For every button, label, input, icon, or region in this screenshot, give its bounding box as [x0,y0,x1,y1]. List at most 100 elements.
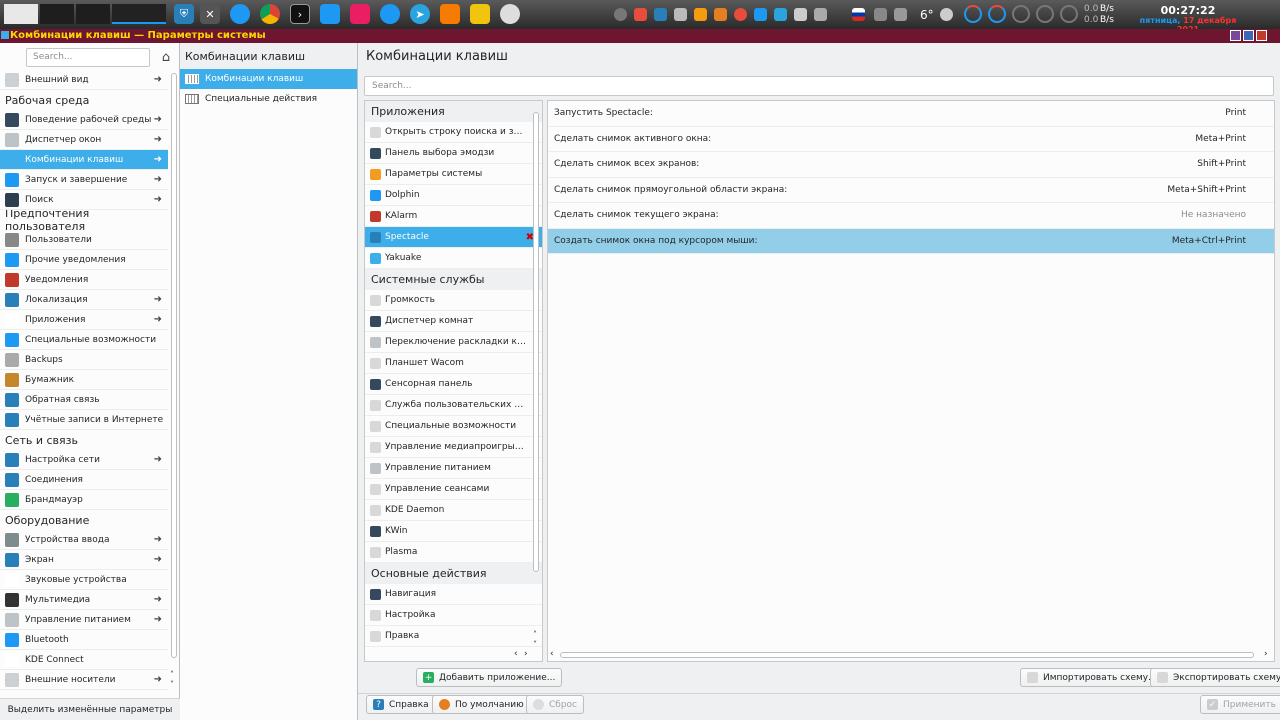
component-item[interactable]: Dolphin [365,185,542,206]
sidebar-item[interactable]: Мультимедиа ➜ [0,590,168,610]
scroll-up-icon[interactable]: ˄ [533,630,537,639]
component-item[interactable]: Служба пользовательских комбинаций [365,395,542,416]
tray-bluetooth-icon[interactable] [874,8,887,21]
component-item[interactable]: Plasma [365,542,542,563]
shortcut-key-value[interactable]: Print [1225,108,1246,118]
tray-at-icon[interactable] [614,8,627,21]
import-scheme-button[interactable]: Импортировать схему... [1020,668,1164,687]
window-app-icon[interactable] [1,31,9,39]
add-application-button[interactable]: + Добавить приложение... [416,668,563,687]
component-item[interactable]: Панель выбора эмодзи [365,143,542,164]
globe-icon[interactable] [230,4,250,24]
scroll-right-icon[interactable]: › [1264,649,1268,659]
network-globe-icon[interactable] [380,4,400,24]
scroll-left-icon[interactable]: ‹ [550,649,554,659]
sidebar-item[interactable]: Управление питанием ➜ [0,610,168,630]
component-item[interactable]: Spectacle ✖ [365,227,542,248]
sidebar-item[interactable]: Комбинации клавиш ➜ [0,150,168,170]
close-button[interactable] [1256,30,1267,41]
component-item[interactable]: Планшет Wacom [365,353,542,374]
shortcut-row[interactable]: Сделать снимок прямоугольной области экр… [548,178,1274,203]
shortcut-key-value[interactable]: Shift+Print [1197,159,1246,169]
component-list-hscrollbar[interactable]: ‹ › [364,649,543,661]
tray-package-icon[interactable] [714,8,727,21]
tray-arrow-icon[interactable] [894,8,907,21]
help-button[interactable]: ? Справка [366,695,436,714]
telegram-icon[interactable]: ➤ [410,4,430,24]
component-item[interactable]: Громкость [365,290,542,311]
component-item[interactable]: Yakuake [365,248,542,269]
sidebar-item[interactable]: Локализация ➜ [0,290,168,310]
shortcut-key-value[interactable]: Не назначено [1181,210,1246,220]
shortcut-search-input[interactable]: Search... [364,76,1274,96]
desktop-pager-2[interactable] [40,4,74,24]
folder-icon[interactable] [470,4,490,24]
shortcut-key-value[interactable]: Meta+Ctrl+Print [1172,236,1246,246]
tray-camera-icon[interactable] [754,8,767,21]
shortcut-row[interactable]: Сделать снимок активного окна: Meta+Print [548,127,1274,152]
defaults-button[interactable]: По умолчанию [432,695,531,714]
desktop-pager-1[interactable] [4,4,38,24]
sidebar-item[interactable]: Внешний вид ➜ [0,70,168,90]
apply-button[interactable]: ✓ Применить [1200,695,1280,714]
shortcut-key-value[interactable]: Meta+Shift+Print [1167,185,1246,195]
kde-shield-icon[interactable]: ⛨ [174,4,194,24]
shortcut-row[interactable]: Сделать снимок всех экранов: Shift+Print [548,152,1274,178]
sidebar-search-input[interactable]: Search... [26,48,150,67]
sidebar-item[interactable]: Соединения [0,470,168,490]
tray-scissors-icon[interactable] [794,8,807,21]
tray-firefox-icon[interactable] [634,8,647,21]
tray-telegram-icon[interactable] [774,8,787,21]
tray-error-icon[interactable] [734,8,747,21]
weather-temperature[interactable]: 6° [920,8,934,22]
component-item[interactable]: Управление питанием [365,458,542,479]
sidebar-item[interactable]: Пользователи [0,230,168,250]
scroll-left-icon[interactable]: ‹ [514,649,518,659]
component-item[interactable]: Диспетчер комнат [365,311,542,332]
component-item[interactable]: KWin [365,521,542,542]
minimize-button[interactable] [1230,30,1241,41]
sidebar-item[interactable]: Специальные возможности [0,330,168,350]
component-item[interactable]: Управление сеансами [365,479,542,500]
tray-orange-icon[interactable] [694,8,707,21]
sidebar-item[interactable]: Уведомления [0,270,168,290]
sidebar-item[interactable]: Брандмауэр [0,490,168,510]
tray-vscode-icon[interactable] [654,8,667,21]
component-item[interactable]: KDE Daemon [365,500,542,521]
highlight-changed-button[interactable]: Выделить изменённые параметры [0,698,180,720]
component-item[interactable]: Открыть строку поиска и запуска [365,122,542,143]
sidebar-item[interactable]: Внешние носители ➜ [0,670,168,690]
scroll-down-icon[interactable]: ˅ [533,640,537,649]
settings-tools-icon[interactable]: ✕ [200,4,220,24]
scroll-down-icon[interactable]: ˅ [170,680,174,689]
sidebar-item[interactable]: Настройка сети ➜ [0,450,168,470]
sidebar-item[interactable]: Звуковые устройства [0,570,168,590]
shortcut-row[interactable]: Создать снимок окна под курсором мыши: Me… [548,228,1274,254]
sidebar-item[interactable]: Учётные записи в Интернете [0,410,168,430]
scroll-right-icon[interactable]: › [524,649,528,659]
sidebar-item[interactable]: Диспетчер окон ➜ [0,130,168,150]
sidebar-item[interactable]: Бумажник [0,370,168,390]
scroll-up-icon[interactable]: ˄ [170,670,174,679]
reset-button[interactable]: Сброс [526,695,585,714]
sidebar-item[interactable]: Устройства ввода ➜ [0,530,168,550]
stack-app-icon[interactable] [440,4,460,24]
desktop-pager-3[interactable] [76,4,110,24]
terminal-icon[interactable]: › [290,4,310,24]
tray-volume-icon[interactable] [814,8,827,21]
component-item[interactable]: Параметры системы [365,164,542,185]
slack-icon[interactable] [500,4,520,24]
sidebar-scrollbar-thumb[interactable] [171,73,177,658]
sidebar-item[interactable]: Backups [0,350,168,370]
maximize-button[interactable] [1243,30,1254,41]
export-scheme-button[interactable]: Экспортировать схему... [1150,668,1280,687]
keyboard-layout-flag-icon[interactable] [852,8,865,21]
sidebar-item[interactable]: Запуск и завершение ➜ [0,170,168,190]
component-item[interactable]: Управление медиапроигрывателем [365,437,542,458]
component-item[interactable]: Специальные возможности [365,416,542,437]
subnav-item-custom-actions[interactable]: Специальные действия [180,89,357,109]
sidebar-item[interactable]: Обратная связь [0,390,168,410]
component-item[interactable]: Навигация [365,584,542,605]
sidebar-item[interactable]: Экран ➜ [0,550,168,570]
component-item[interactable]: Сенсорная панель [365,374,542,395]
